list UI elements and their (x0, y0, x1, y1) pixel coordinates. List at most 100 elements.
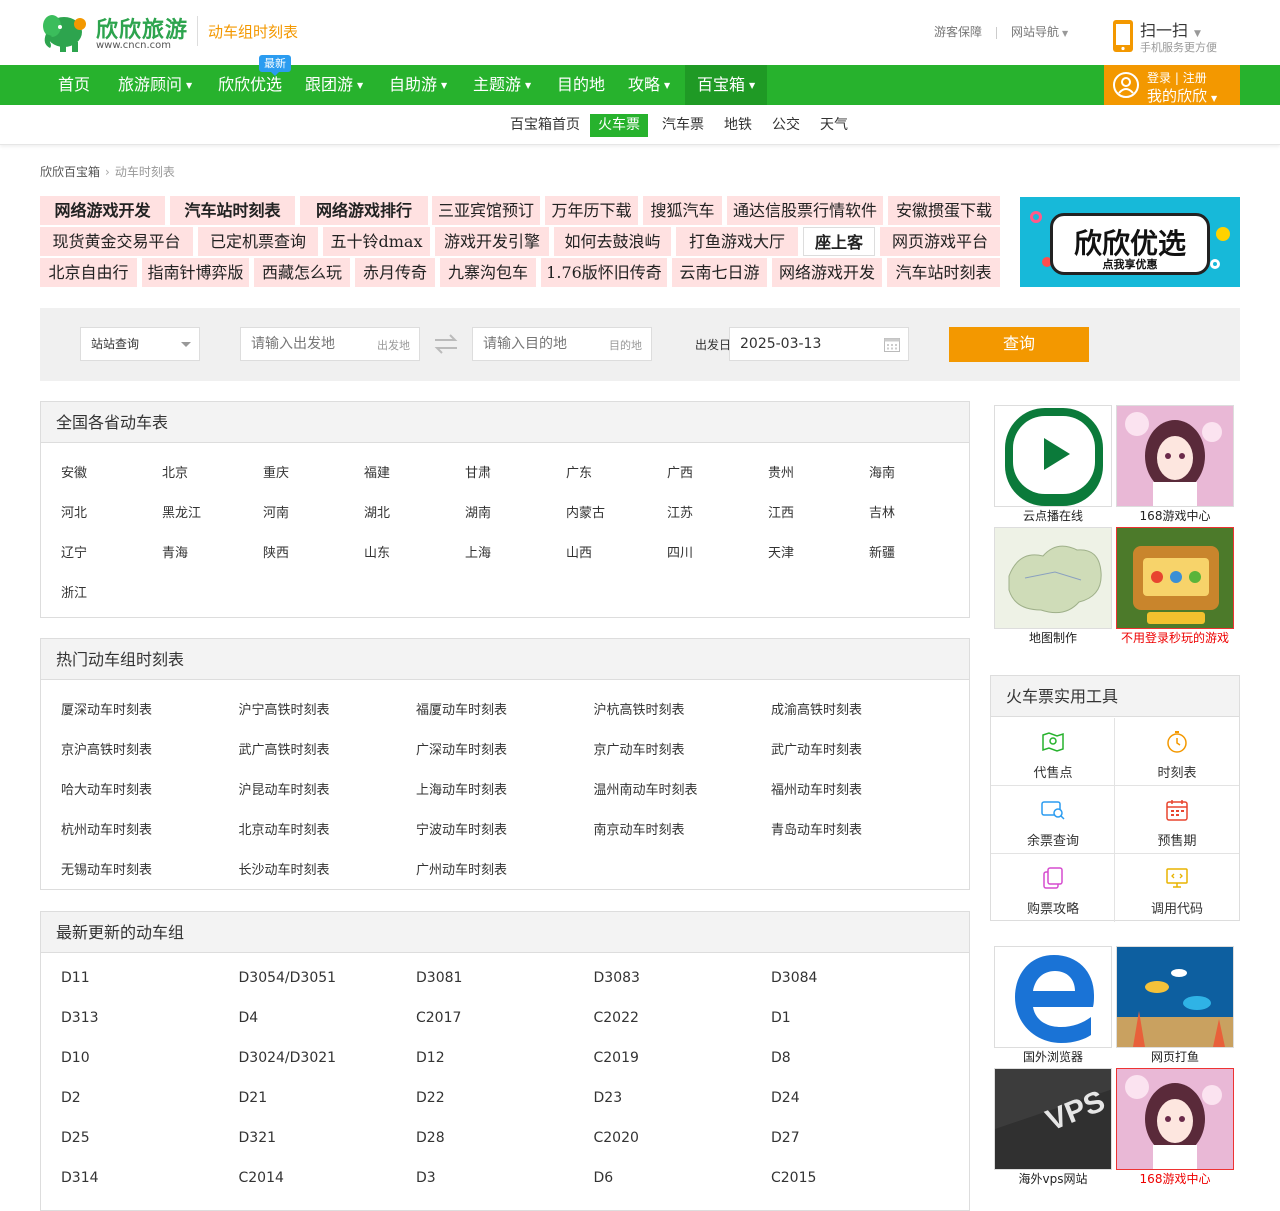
timetable-link[interactable]: 南京动车时刻表 (594, 819, 685, 838)
province-link[interactable]: 海南 (869, 462, 895, 481)
login-box[interactable]: 登录 | 注册 我的欣欣 ▼ (1104, 65, 1240, 105)
ad-tag[interactable]: 游戏开发引擎 (435, 227, 549, 256)
ad-tag[interactable]: 汽车站时刻表 (887, 258, 1000, 287)
ad-tag[interactable]: 万年历下载 (545, 196, 638, 225)
province-link[interactable]: 黑龙江 (162, 502, 201, 521)
province-link[interactable]: 甘肃 (465, 462, 491, 481)
ad-thumb[interactable] (994, 527, 1112, 629)
timetable-link[interactable]: 沪宁高铁时刻表 (239, 699, 330, 718)
tool-presale-period[interactable]: 预售期 (1115, 786, 1239, 854)
train-link[interactable]: D1 (771, 1010, 791, 1026)
tool-sales-outlets[interactable]: 代售点 (991, 718, 1115, 786)
train-link[interactable]: D6 (594, 1170, 614, 1186)
ad-thumb[interactable] (1116, 1068, 1234, 1170)
subnav-bus[interactable]: 公交 (772, 114, 800, 137)
province-link[interactable]: 陕西 (263, 542, 289, 561)
ad-thumb[interactable] (1116, 405, 1234, 507)
province-link[interactable]: 青海 (162, 542, 188, 561)
train-link[interactable]: D321 (239, 1130, 277, 1146)
timetable-link[interactable]: 厦深动车时刻表 (61, 699, 152, 718)
nav-item-destination[interactable]: 目的地 (557, 65, 605, 105)
ad-tag[interactable]: 现货黄金交易平台 (40, 227, 193, 256)
ad-tag[interactable]: 九寨沟包车 (440, 258, 536, 287)
mobile-scan[interactable]: 扫一扫 ▼ 手机服务更方便 (1112, 17, 1242, 55)
province-link[interactable]: 北京 (162, 462, 188, 481)
nav-item-self-guided[interactable]: 自助游 ▼ (389, 65, 447, 105)
ad-tag[interactable]: 指南针博弈版 (142, 258, 249, 287)
train-link[interactable]: D23 (594, 1090, 623, 1106)
timetable-link[interactable]: 武广动车时刻表 (771, 739, 862, 758)
timetable-link[interactable]: 长沙动车时刻表 (239, 859, 330, 878)
tool-embed-code[interactable]: 调用代码 (1115, 854, 1239, 922)
train-link[interactable]: D11 (61, 970, 90, 986)
timetable-link[interactable]: 京广动车时刻表 (594, 739, 685, 758)
train-link[interactable]: D12 (416, 1050, 445, 1066)
nav-item-theme[interactable]: 主题游 ▼ (473, 65, 531, 105)
ad-caption[interactable]: 国外浏览器 (994, 1048, 1112, 1065)
province-link[interactable]: 重庆 (263, 462, 289, 481)
train-link[interactable]: D21 (239, 1090, 268, 1106)
ad-tag[interactable]: 网络游戏开发 (40, 196, 165, 225)
train-link[interactable]: D28 (416, 1130, 445, 1146)
province-link[interactable]: 江苏 (667, 502, 693, 521)
date-input[interactable] (730, 328, 908, 360)
ad-caption[interactable]: 168游戏中心 (1116, 507, 1234, 524)
timetable-link[interactable]: 无锡动车时刻表 (61, 859, 152, 878)
province-link[interactable]: 广东 (566, 462, 592, 481)
train-link[interactable]: C2015 (771, 1170, 816, 1186)
nav-item-advisor[interactable]: 旅游顾问 ▼ (118, 65, 192, 105)
nav-item-guide[interactable]: 攻略 ▼ (628, 65, 670, 105)
ad-thumb[interactable] (994, 946, 1112, 1048)
ad-tag[interactable]: 打鱼游戏大厅 (676, 227, 798, 256)
ad-tag[interactable]: 如何去鼓浪屿 (554, 227, 671, 256)
province-link[interactable]: 山西 (566, 542, 592, 561)
subnav-subway[interactable]: 地铁 (724, 114, 752, 137)
timetable-link[interactable]: 成渝高铁时刻表 (771, 699, 862, 718)
train-link[interactable]: C2017 (416, 1010, 461, 1026)
calendar-icon[interactable] (884, 337, 900, 352)
timetable-link[interactable]: 温州南动车时刻表 (594, 779, 698, 798)
train-link[interactable]: C2014 (239, 1170, 284, 1186)
timetable-link[interactable]: 青岛动车时刻表 (771, 819, 862, 838)
province-link[interactable]: 河南 (263, 502, 289, 521)
timetable-link[interactable]: 沪昆动车时刻表 (239, 779, 330, 798)
train-link[interactable]: C2022 (594, 1010, 639, 1026)
ad-caption[interactable]: 不用登录秒玩的游戏 (1116, 629, 1234, 646)
ad-tag[interactable]: 网络游戏开发 (772, 258, 882, 287)
train-link[interactable]: D4 (239, 1010, 259, 1026)
subnav-weather[interactable]: 天气 (820, 114, 848, 137)
timetable-link[interactable]: 武广高铁时刻表 (239, 739, 330, 758)
train-link[interactable]: D3054/D3051 (239, 970, 337, 986)
link-tourist-guarantee[interactable]: 游客保障 (934, 25, 982, 39)
train-link[interactable]: D3083 (594, 970, 640, 986)
ad-caption[interactable]: 168游戏中心 (1116, 1170, 1234, 1187)
train-link[interactable]: D24 (771, 1090, 800, 1106)
train-link[interactable]: D3024/D3021 (239, 1050, 337, 1066)
timetable-link[interactable]: 北京动车时刻表 (239, 819, 330, 838)
site-logo[interactable]: 欣欣旅游 www.cncn.com (38, 6, 188, 56)
subnav-bus-tickets[interactable]: 汽车票 (662, 114, 704, 137)
train-link[interactable]: D27 (771, 1130, 800, 1146)
train-link[interactable]: D2 (61, 1090, 81, 1106)
login-link[interactable]: 登录 (1147, 71, 1171, 85)
ad-tag[interactable]: 1.76版怀旧传奇 (541, 258, 667, 287)
province-link[interactable]: 湖南 (465, 502, 491, 521)
train-link[interactable]: D3081 (416, 970, 462, 986)
province-link[interactable]: 福建 (364, 462, 390, 481)
province-link[interactable]: 安徽 (61, 462, 87, 481)
ad-caption[interactable]: 地图制作 (994, 629, 1112, 646)
train-link[interactable]: D22 (416, 1090, 445, 1106)
nav-item-group-tour[interactable]: 跟团游 ▼ (305, 65, 363, 105)
search-button[interactable]: 查询 (949, 327, 1089, 362)
train-link[interactable]: D25 (61, 1130, 90, 1146)
subnav-train-tickets[interactable]: 火车票 (590, 114, 648, 137)
ad-tag[interactable]: 安徽掼蛋下载 (888, 196, 1000, 225)
province-link[interactable]: 贵州 (768, 462, 794, 481)
ad-tag[interactable]: 五十铃dmax (323, 227, 430, 256)
register-link[interactable]: 注册 (1183, 71, 1207, 85)
ad-thumb[interactable] (1116, 946, 1234, 1048)
ad-thumb[interactable]: VPS (994, 1068, 1112, 1170)
timetable-link[interactable]: 福州动车时刻表 (771, 779, 862, 798)
train-link[interactable]: D3 (416, 1170, 436, 1186)
province-link[interactable]: 河北 (61, 502, 87, 521)
